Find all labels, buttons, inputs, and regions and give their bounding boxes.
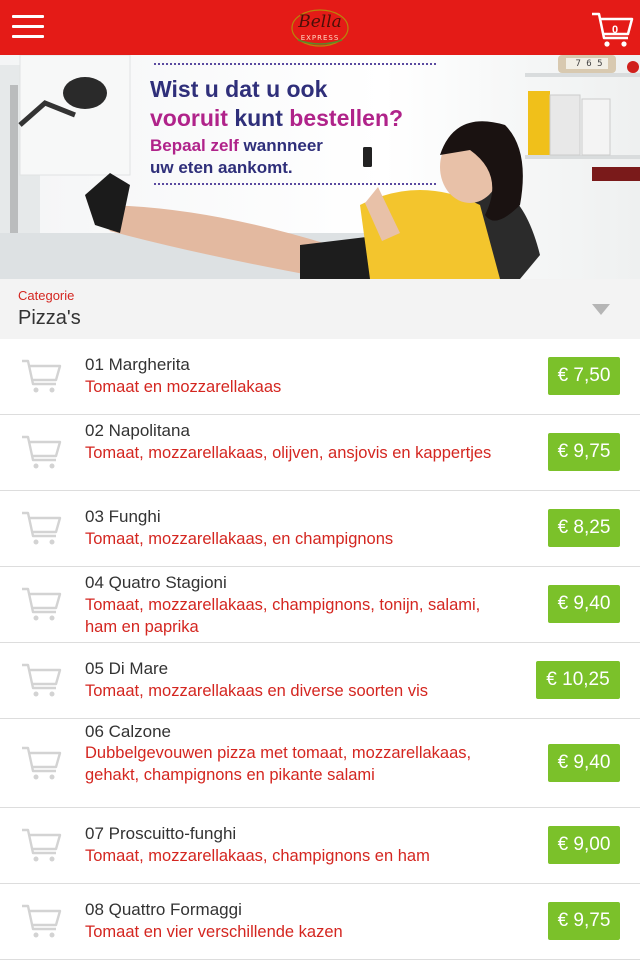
cart-count-badge: 0	[611, 24, 619, 36]
triangle-down-icon[interactable]	[592, 304, 610, 315]
shopping-cart-icon[interactable]	[20, 902, 64, 940]
product-name: 08 Quattro Formaggi	[85, 900, 242, 919]
price-button[interactable]: € 9,75	[548, 902, 620, 940]
category-dropdown[interactable]: Categorie Pizza's	[0, 279, 640, 339]
product-name: 01 Margherita	[85, 355, 190, 374]
product-name: 03 Funghi	[85, 507, 161, 526]
price-button[interactable]: € 9,40	[548, 585, 620, 623]
product-name: 05 Di Mare	[85, 659, 169, 678]
header-cart-button[interactable]: 0	[590, 10, 636, 48]
price-button[interactable]: € 9,40	[548, 744, 620, 782]
logo-script-text: Bella	[298, 12, 342, 32]
shopping-cart-icon[interactable]	[20, 357, 64, 395]
product-description: Tomaat, mozzarellakaas, olijven, ansjovi…	[85, 444, 492, 462]
banner-dotted-line-top	[154, 63, 436, 65]
logo-sub-text: EXPRESS	[300, 34, 340, 42]
product-item[interactable]: 01 Margherita Tomaat en mozzarellakaas €…	[0, 339, 640, 415]
product-description: Dubbelgevouwen pizza met tomaat, mozzare…	[85, 744, 472, 784]
product-item[interactable]: 04 Quatro Stagioni Tomaat, mozzarellakaa…	[0, 567, 640, 643]
banner-line-3: Bepaal zelf wannneer	[150, 135, 450, 157]
product-description: Tomaat en vier verschillende kazen	[85, 923, 343, 941]
banner-line-4: uw eten aankomt.	[150, 158, 293, 177]
price-button[interactable]: € 8,25	[548, 509, 620, 547]
product-item[interactable]: 02 Napolitana Tomaat, mozzarellakaas, ol…	[0, 415, 640, 491]
product-item[interactable]: 07 Proscuitto-funghi Tomaat, mozzarellak…	[0, 808, 640, 884]
shopping-cart-icon[interactable]	[20, 585, 64, 623]
product-name: 06 Calzone	[85, 722, 172, 741]
product-description: Tomaat, mozzarellakaas en diverse soorte…	[85, 682, 428, 700]
product-item[interactable]: 05 Di Mare Tomaat, mozzarellakaas en div…	[0, 643, 640, 719]
banner-clock-display: 7 6 5	[575, 59, 603, 69]
shopping-cart-icon[interactable]	[20, 433, 64, 471]
shopping-cart-icon[interactable]	[20, 826, 64, 864]
product-description: Tomaat, mozzarellakaas, champignons, ton…	[85, 596, 481, 636]
banner-line-2-part-1: vooruit	[150, 105, 228, 131]
app-header: Bella EXPRESS 0	[0, 0, 640, 55]
product-description: Tomaat en mozzarellakaas	[85, 378, 282, 396]
product-item[interactable]: 08 Quattro Formaggi Tomaat en vier versc…	[0, 884, 640, 960]
product-description: Tomaat, mozzarellakaas, champignons en h…	[85, 847, 430, 865]
banner-line-2-part-3: bestellen?	[289, 105, 404, 131]
category-label: Categorie	[18, 288, 75, 303]
banner-line-1: Wist u dat u ook	[150, 76, 328, 102]
product-item[interactable]: 03 Funghi Tomaat, mozzarellakaas, en cha…	[0, 491, 640, 567]
product-name: 07 Proscuitto-funghi	[85, 824, 237, 843]
shopping-cart-icon[interactable]	[20, 744, 64, 782]
product-name: 04 Quatro Stagioni	[85, 573, 227, 592]
price-button[interactable]: € 10,25	[536, 661, 620, 699]
bella-express-logo[interactable]: Bella EXPRESS	[288, 6, 352, 50]
banner-text: Wist u dat u ook vooruit kunt bestellen?…	[150, 63, 450, 185]
product-list: 01 Margherita Tomaat en mozzarellakaas €…	[0, 339, 640, 960]
promo-banner[interactable]: Wist u dat u ook vooruit kunt bestellen?…	[0, 55, 640, 279]
price-button[interactable]: € 7,50	[548, 357, 620, 395]
hamburger-menu-icon[interactable]	[12, 14, 44, 40]
banner-line-2: vooruit kunt bestellen?	[150, 103, 450, 133]
product-description: Tomaat, mozzarellakaas, en champignons	[85, 530, 394, 548]
shopping-cart-icon[interactable]	[20, 509, 64, 547]
shopping-cart-icon[interactable]	[20, 661, 64, 699]
banner-line-3-part-1: Bepaal zelf	[150, 136, 239, 155]
banner-line-3-part-2: wannneer	[243, 136, 323, 155]
product-name: 02 Napolitana	[85, 421, 190, 440]
banner-line-2-part-2: kunt	[234, 105, 283, 131]
product-item[interactable]: 06 Calzone Dubbelgevouwen pizza met toma…	[0, 719, 640, 808]
price-button[interactable]: € 9,75	[548, 433, 620, 471]
banner-dotted-line-bottom	[154, 183, 436, 185]
category-selected-value: Pizza's	[18, 307, 81, 329]
price-button[interactable]: € 9,00	[548, 826, 620, 864]
